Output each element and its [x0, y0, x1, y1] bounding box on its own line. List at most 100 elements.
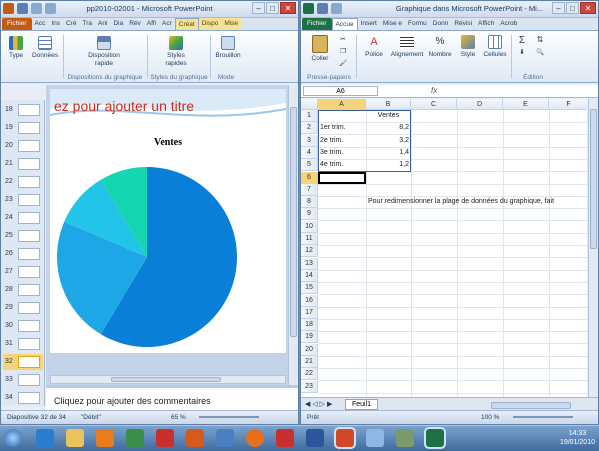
style-button[interactable]: Style: [456, 35, 480, 58]
tab-revision[interactable]: Révisi: [451, 18, 475, 30]
paste-button[interactable]: Coller: [307, 35, 333, 62]
pie-chart[interactable]: [50, 89, 286, 353]
row-header[interactable]: 13: [301, 257, 318, 270]
slide-thumbnail[interactable]: 23: [3, 192, 43, 208]
slide-thumbnail[interactable]: 29: [3, 300, 43, 316]
tab-chart-disposition[interactable]: Dispo: [198, 18, 222, 30]
font-button[interactable]: A Police: [359, 35, 389, 58]
column-header[interactable]: A: [318, 99, 366, 110]
powerpoint-active-icon[interactable]: [334, 427, 356, 449]
row-header[interactable]: 9: [301, 208, 318, 221]
row-header[interactable]: 1: [301, 110, 318, 122]
slide-thumbnail[interactable]: 27: [3, 264, 43, 280]
slide-thumbnail[interactable]: 22: [3, 174, 43, 190]
zoom-slider[interactable]: [199, 416, 259, 418]
autosum-icon[interactable]: Σ: [515, 35, 529, 46]
close-button[interactable]: ✕: [580, 2, 596, 14]
quick-layout-button[interactable]: Disposition rapide: [79, 36, 129, 68]
column-header[interactable]: D: [457, 99, 503, 110]
tab-insertion[interactable]: Insert: [358, 18, 380, 30]
row-header[interactable]: 14: [301, 269, 318, 282]
excel-active-icon[interactable]: [424, 427, 446, 449]
slide-thumbnail[interactable]: 24: [3, 210, 43, 226]
row-header[interactable]: 3: [301, 134, 318, 147]
find-icon[interactable]: 🔍: [533, 48, 547, 56]
grid-vertical-scrollbar[interactable]: [588, 99, 598, 397]
slide-thumbnail[interactable]: 21: [3, 156, 43, 172]
row-header[interactable]: 11: [301, 233, 318, 245]
slide-thumbnail[interactable]: 30: [3, 318, 43, 334]
active-cell[interactable]: [318, 171, 366, 184]
row-header[interactable]: 6: [301, 171, 318, 184]
tab-acrobat[interactable]: Acrob: [497, 18, 520, 30]
tab-mise-en-page[interactable]: Mise e: [380, 18, 405, 30]
row-header[interactable]: 2: [301, 122, 318, 135]
column-header[interactable]: F: [549, 99, 587, 110]
slide-thumbnail[interactable]: 33: [3, 372, 43, 388]
maximize-button[interactable]: □: [566, 2, 579, 14]
tab-affichage[interactable]: Affich: [475, 18, 497, 30]
save-icon[interactable]: [317, 3, 328, 14]
tab-revision[interactable]: Rév: [126, 18, 144, 30]
zoom-slider[interactable]: [513, 416, 573, 418]
sheet-tab-feuil1[interactable]: Feuil1: [345, 399, 379, 410]
row-header[interactable]: 17: [301, 306, 318, 319]
name-box[interactable]: A6: [303, 86, 378, 96]
format-painter-icon[interactable]: 🖌: [337, 59, 349, 67]
tab-creation[interactable]: Cré: [63, 18, 79, 30]
minimize-button[interactable]: –: [552, 2, 565, 14]
number-button[interactable]: % Nombre: [425, 35, 455, 58]
tab-insertion[interactable]: Ins: [48, 18, 63, 30]
select-all-corner[interactable]: [301, 99, 318, 110]
tab-accueil[interactable]: Acc: [32, 18, 49, 30]
slide-thumbnail[interactable]: 34: [3, 390, 43, 406]
sort-filter-icon[interactable]: ⇅: [533, 35, 547, 44]
row-header[interactable]: 20: [301, 343, 318, 356]
tab-animations[interactable]: Ani: [95, 18, 110, 30]
app-icon-gray[interactable]: [396, 429, 414, 447]
word-icon[interactable]: [306, 429, 324, 447]
tab-transitions[interactable]: Tra: [80, 18, 96, 30]
ie-icon[interactable]: [36, 429, 54, 447]
acrobat-reader-icon[interactable]: [276, 429, 294, 447]
zoom-level[interactable]: 65 %: [171, 414, 186, 421]
slide-horizontal-scrollbar[interactable]: [50, 375, 286, 384]
tab-affichage[interactable]: Affi: [144, 18, 159, 30]
tab-diaporama[interactable]: Dia: [110, 18, 126, 30]
column-header[interactable]: E: [503, 99, 549, 110]
chart-data-button[interactable]: Données: [30, 36, 60, 59]
row-header[interactable]: 12: [301, 245, 318, 258]
slide-thumbnail[interactable]: 31: [3, 336, 43, 352]
tab-donnees[interactable]: Donn: [430, 18, 452, 30]
slide-thumbnail[interactable]: 26: [3, 246, 43, 262]
notes-pane[interactable]: Cliquez pour ajouter des commentaires: [46, 385, 298, 412]
powerpoint-taskbar-icon[interactable]: [186, 429, 204, 447]
tab-accueil[interactable]: Accue: [331, 18, 358, 30]
maximize-button[interactable]: □: [266, 2, 279, 14]
slide-thumbnail[interactable]: 20: [3, 138, 43, 154]
row-header[interactable]: 10: [301, 220, 318, 233]
media-player-icon[interactable]: [96, 429, 114, 447]
chart-type-button[interactable]: Type: [5, 36, 27, 59]
column-header[interactable]: C: [411, 99, 457, 110]
tab-chart-creation[interactable]: Créat: [174, 18, 199, 30]
fill-icon[interactable]: ⬇: [515, 48, 529, 56]
row-header[interactable]: 8: [301, 196, 318, 209]
row-header[interactable]: 22: [301, 368, 318, 381]
row-header[interactable]: 23: [301, 380, 318, 393]
slide-thumbnail[interactable]: 32: [3, 354, 43, 370]
minimize-button[interactable]: –: [252, 2, 265, 14]
tab-formules[interactable]: Formu: [405, 18, 430, 30]
slide-thumbnail[interactable]: 18: [3, 102, 43, 118]
tab-acrobat[interactable]: Acr: [159, 18, 175, 30]
fx-icon[interactable]: fx: [431, 86, 437, 95]
slide-thumbnail[interactable]: 28: [3, 282, 43, 298]
alignment-button[interactable]: Alignement: [389, 35, 425, 58]
row-header[interactable]: 16: [301, 294, 318, 307]
row-header[interactable]: 18: [301, 319, 318, 332]
slide-thumbnail[interactable]: 19: [3, 120, 43, 136]
tab-fichier[interactable]: Fichier: [302, 18, 332, 30]
spreadsheet-grid[interactable]: A B C D E F 1 2 3 4 5 6 7 8 9 10 11 12 13 14 15 16 17 18 19 20 21 2…: [301, 99, 587, 397]
row-header[interactable]: 21: [301, 356, 318, 368]
quick-styles-button[interactable]: Styles rapides: [156, 36, 196, 68]
